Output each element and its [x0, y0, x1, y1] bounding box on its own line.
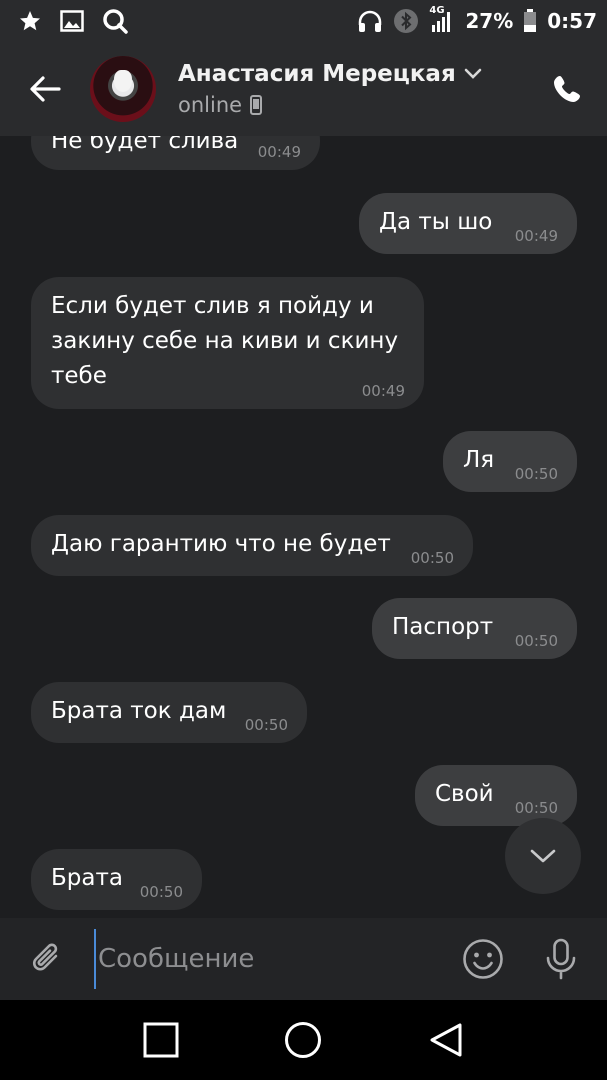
message-time: 00:50 [410, 549, 454, 567]
status-system: 4G 27% 0:57 [357, 5, 597, 34]
message-list[interactable]: Не будет слива 00:49 Да ты шо 00:49 Если… [0, 136, 607, 918]
bluetooth-icon [393, 8, 419, 34]
message-input[interactable] [94, 929, 443, 989]
message-bubble-incoming[interactable]: Если будет слив я пойду и закину себе на… [31, 277, 424, 409]
clock: 0:57 [547, 9, 597, 33]
phone-call-icon [554, 76, 580, 102]
message-text: Даю гарантию что не будет [51, 531, 391, 557]
message-bubble-incoming[interactable]: Не будет слива 00:49 [31, 136, 320, 170]
contact-name-row: Анастасия Мерецкая [178, 61, 482, 87]
status-bar: 4G 27% 0:57 [0, 0, 607, 42]
back-arrow-icon [30, 76, 61, 102]
system-navigation-bar [0, 1000, 607, 1080]
message-time: 00:49 [257, 143, 301, 161]
message-time: 00:50 [139, 883, 183, 901]
emoji-icon [463, 939, 503, 979]
contact-status-row: online [178, 93, 482, 117]
star-icon [18, 9, 42, 33]
message-bubble-outgoing[interactable]: Свой 00:50 [415, 765, 577, 826]
image-icon [60, 10, 84, 32]
message-time: 00:50 [514, 465, 558, 483]
battery-icon [523, 9, 537, 33]
message-bubble-outgoing[interactable]: Ля 00:50 [443, 431, 577, 492]
chevron-down-icon [530, 849, 556, 863]
microphone-icon [546, 938, 576, 980]
home-button[interactable] [273, 1010, 333, 1070]
recents-button[interactable] [131, 1010, 191, 1070]
network-type: 4G [429, 5, 445, 16]
message-bubble-outgoing[interactable]: Да ты шо 00:49 [359, 193, 577, 254]
message-text: Если будет слив я пойду и закину себе на… [51, 293, 399, 389]
chat-header: Анастасия Мерецкая online [0, 42, 607, 136]
message-time: 00:50 [514, 632, 558, 650]
search-app-icon [102, 8, 128, 34]
headphones-icon [357, 9, 383, 33]
attach-button[interactable] [0, 918, 94, 1000]
contact-status: online [178, 93, 243, 117]
chat-screen: 4G 27% 0:57 Анастасия Мерецкая online Не… [0, 0, 607, 1080]
back-triangle-icon [430, 1023, 462, 1057]
status-notifications [18, 8, 128, 34]
message-bubble-outgoing[interactable]: Паспорт 00:50 [372, 598, 577, 659]
message-time: 00:50 [514, 799, 558, 817]
message-bubble-incoming[interactable]: Брата 00:50 [31, 849, 202, 910]
paperclip-icon [33, 943, 58, 971]
chevron-down-icon [464, 68, 482, 79]
message-time: 00:49 [361, 382, 405, 400]
call-button[interactable] [527, 42, 607, 136]
battery-percent: 27% [465, 9, 514, 33]
system-back-button[interactable] [416, 1010, 476, 1070]
back-button[interactable] [0, 42, 90, 136]
voice-record-button[interactable] [523, 918, 599, 1000]
message-time: 00:50 [244, 716, 288, 734]
message-composer [0, 918, 607, 1000]
recents-square-icon [143, 1022, 179, 1058]
scroll-to-bottom-button[interactable] [505, 818, 581, 894]
contact-name: Анастасия Мерецкая [178, 61, 456, 87]
message-bubble-incoming[interactable]: Даю гарантию что не будет 00:50 [31, 515, 473, 576]
message-time: 00:49 [514, 227, 558, 245]
emoji-button[interactable] [443, 918, 523, 1000]
home-circle-icon [285, 1022, 322, 1058]
phone-device-icon [250, 95, 263, 115]
signal-icon: 4G [429, 5, 455, 33]
avatar[interactable] [90, 56, 156, 122]
contact-info[interactable]: Анастасия Мерецкая online [178, 61, 482, 117]
message-bubble-incoming[interactable]: Брата ток дам 00:50 [31, 682, 307, 743]
